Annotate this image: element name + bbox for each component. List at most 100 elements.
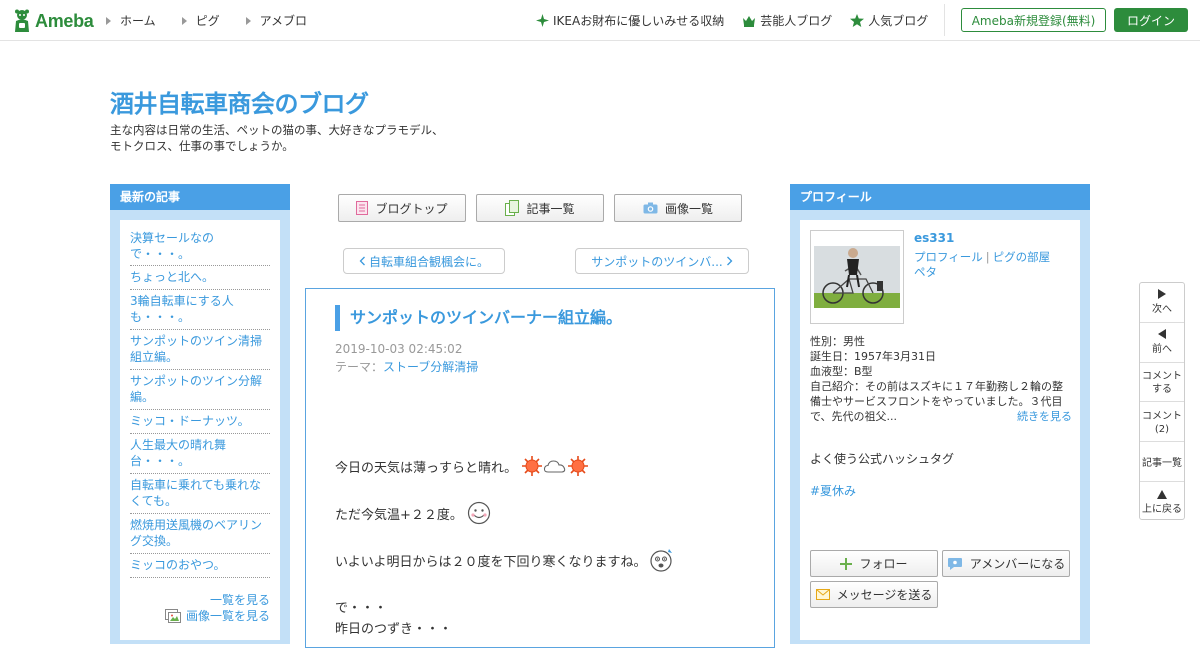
article-body-line: 昨日のつずき・・・ bbox=[335, 618, 452, 637]
view-all-articles-link[interactable]: 一覧を見る bbox=[130, 592, 270, 608]
latest-articles-box: 最新の記事 決算セールなので・・・。 ちょっと北へ。 3輪自転車にする人も・・・… bbox=[110, 184, 290, 644]
profile-gender: 性別：男性 bbox=[810, 335, 865, 348]
article-body-line: いよいよ明日からは２０度を下回り寒くなりますね。 bbox=[335, 548, 674, 572]
nav-home-label: ホーム bbox=[120, 14, 156, 28]
nav-ameblo[interactable]: アメブロ bbox=[245, 12, 308, 29]
hashtag-link[interactable]: #夏休み bbox=[810, 482, 856, 499]
list-item-label: 決算セールなので・・・。 bbox=[130, 231, 215, 261]
star-icon bbox=[850, 14, 865, 27]
triangle-right-icon bbox=[106, 16, 111, 25]
article-title[interactable]: サンポットのツインバーナー組立編。 bbox=[335, 305, 622, 331]
image-list-button[interactable]: 画像一覧 bbox=[614, 194, 742, 222]
article-text: で・・・ bbox=[335, 601, 388, 616]
back-to-top-label: 上に戻る bbox=[1142, 504, 1182, 515]
article-list-button[interactable]: 記事一覧 bbox=[476, 194, 604, 222]
list-item[interactable]: ミッコ・ドーナッツ。 bbox=[130, 410, 270, 434]
sun-icon bbox=[522, 456, 543, 476]
envelope-icon bbox=[815, 589, 830, 600]
list-item[interactable]: 燃焼用送風機のベアリング交換。 bbox=[130, 514, 270, 554]
crown-icon bbox=[743, 15, 756, 27]
profile-name[interactable]: es331 bbox=[914, 231, 954, 245]
article-theme: テーマ：ストーブ分解清掃 bbox=[335, 358, 478, 375]
prev-article-link[interactable]: 自転車組合観楓会に。 bbox=[343, 248, 505, 274]
list-item[interactable]: ミッコのおやつ。 bbox=[130, 554, 270, 578]
sun-icon bbox=[568, 456, 589, 476]
sparkle-icon bbox=[536, 14, 549, 27]
view-all-images-label: 画像一覧を見る bbox=[185, 609, 270, 623]
list-item[interactable]: 自転車に乗れても乗れなくても。 bbox=[130, 474, 270, 514]
next-page-label: 次へ bbox=[1152, 304, 1172, 315]
link-celebrity-label: 芸能人ブログ bbox=[760, 14, 833, 28]
login-button[interactable]: ログイン bbox=[1114, 8, 1188, 32]
next-article-link[interactable]: サンポットのツインバ... bbox=[575, 248, 749, 274]
side-nav-divider bbox=[1140, 481, 1184, 482]
register-button[interactable]: Ameba新規登録(無料) bbox=[961, 8, 1106, 32]
list-item[interactable]: サンポットのツイン分解編。 bbox=[130, 370, 270, 410]
prev-page-button[interactable]: 前へ bbox=[1140, 329, 1184, 356]
pigg-room-link[interactable]: ピグの部屋 bbox=[993, 250, 1051, 264]
triangle-right-icon bbox=[245, 16, 251, 25]
link-ikea[interactable]: IKEAお財布に優しいみせる収納 bbox=[536, 12, 724, 29]
article-text: 昨日のつずき・・・ bbox=[335, 622, 453, 637]
post-comment-button[interactable]: コメント する bbox=[1140, 370, 1184, 396]
amember-label: アメンバーになる bbox=[969, 557, 1066, 571]
camera-icon bbox=[643, 202, 658, 214]
link-celebrity-blog[interactable]: 芸能人ブログ bbox=[742, 12, 832, 29]
next-article-label: サンポットのツインバ... bbox=[591, 254, 723, 269]
profile-link[interactable]: プロフィール bbox=[914, 250, 983, 264]
send-message-button[interactable]: メッセージを送る bbox=[810, 581, 938, 608]
link-ikea-label: IKEAお財布に優しいみせる収納 bbox=[553, 14, 725, 28]
prev-page-label: 前へ bbox=[1152, 344, 1172, 355]
list-item[interactable]: 決算セールなので・・・。 bbox=[130, 230, 270, 266]
triangle-up-icon bbox=[1157, 490, 1167, 499]
hashtag-title: よく使う公式ハッシュタグ bbox=[810, 452, 955, 466]
side-navigation: 次へ 前へ コメント する コメント (2) 記事一覧 上に戻る bbox=[1139, 282, 1185, 520]
article-entry: サンポットのツインバーナー組立編。 2019-10-03 02:45:02 テー… bbox=[305, 288, 775, 648]
latest-articles-heading: 最新の記事 bbox=[110, 184, 290, 210]
blog-description-line: モトクロス、仕事の事でしょうか。 bbox=[110, 139, 294, 153]
list-item[interactable]: サンポットのツイン清掃組立編。 bbox=[130, 330, 270, 370]
article-body-line: ただ今気温+２２度。 bbox=[335, 501, 491, 525]
profile-box: プロフィール es331 プロフィール | ピグの部屋 ペタ 性別：男性 誕生日… bbox=[790, 184, 1090, 644]
list-item[interactable]: ちょっと北へ。 bbox=[130, 266, 270, 290]
logo-text: Ameba bbox=[35, 10, 94, 31]
profile-photo[interactable] bbox=[810, 230, 904, 324]
blog-top-button[interactable]: ブログトップ bbox=[338, 194, 466, 222]
link-popular-label: 人気ブログ bbox=[868, 14, 929, 28]
nav-home[interactable]: ホーム bbox=[106, 12, 156, 29]
amember-button[interactable]: アメンバーになる bbox=[942, 550, 1070, 577]
side-nav-divider bbox=[1140, 441, 1184, 442]
ameba-logo[interactable]: Ameba bbox=[12, 8, 94, 34]
next-page-button[interactable]: 次へ bbox=[1140, 289, 1184, 316]
header-links: IKEAお財布に優しいみせる収納 芸能人ブログ 人気ブログ bbox=[536, 0, 946, 41]
post-comment-label: する bbox=[1152, 384, 1172, 395]
plus-icon bbox=[840, 557, 853, 570]
back-to-top-button[interactable]: 上に戻る bbox=[1140, 490, 1184, 516]
article-body-line: 今日の天気は薄っすらと晴れ。 bbox=[335, 455, 589, 477]
shocked-face-icon bbox=[650, 549, 673, 572]
article-list-side-button[interactable]: 記事一覧 bbox=[1140, 457, 1184, 470]
speech-bubble-icon bbox=[947, 557, 962, 570]
view-all-images-link[interactable]: 画像一覧を見る bbox=[130, 608, 270, 624]
list-item-label: ミッコ・ドーナッツ。 bbox=[130, 414, 250, 428]
profile-heading: プロフィール bbox=[790, 184, 1090, 210]
list-item[interactable]: 人生最大の晴れ舞台・・・。 bbox=[130, 434, 270, 474]
follow-button[interactable]: フォロー bbox=[810, 550, 938, 577]
blog-title[interactable]: 酒井自転車商会のブログ bbox=[110, 84, 369, 119]
list-item-label: サンポットのツイン清掃組立編。 bbox=[130, 334, 263, 364]
global-nav: ホーム ピグ アメブロ bbox=[106, 0, 333, 41]
nav-pigg[interactable]: ピグ bbox=[181, 12, 220, 29]
comments-button[interactable]: コメント (2) bbox=[1140, 410, 1184, 436]
profile-read-more-link[interactable]: 続きを見る bbox=[1013, 409, 1072, 424]
profile-link-separator: | bbox=[985, 250, 990, 264]
list-item[interactable]: 3輪自転車にする人も・・・。 bbox=[130, 290, 270, 330]
profile-image bbox=[811, 231, 903, 323]
side-nav-divider bbox=[1140, 362, 1184, 363]
article-theme-link[interactable]: ストーブ分解清掃 bbox=[383, 360, 478, 374]
peta-link[interactable]: ペタ bbox=[914, 265, 937, 279]
nav-ameblo-label: アメブロ bbox=[259, 14, 308, 28]
chevron-left-icon bbox=[359, 256, 365, 266]
article-text: ただ今気温+２２度。 bbox=[335, 507, 463, 523]
ameba-mascot-icon bbox=[15, 9, 29, 32]
link-popular-blog[interactable]: 人気ブログ bbox=[850, 12, 928, 29]
